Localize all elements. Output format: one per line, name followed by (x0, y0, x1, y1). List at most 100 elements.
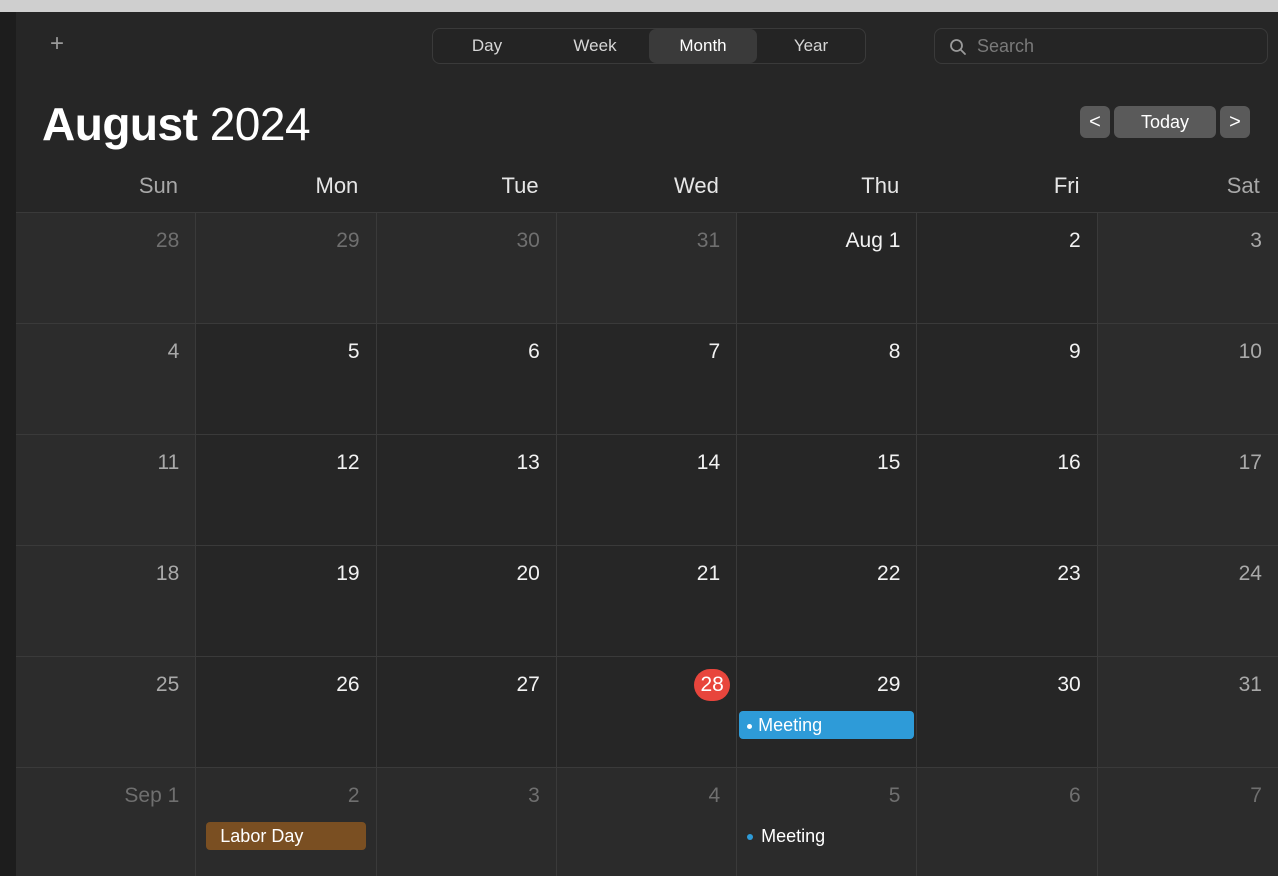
calendar-window: + Day Week Month Year August 2024 < Toda… (16, 12, 1278, 876)
day-number: 7 (708, 340, 721, 363)
day-number: 6 (528, 340, 540, 363)
day-number: 15 (877, 451, 901, 474)
weekday-label: Fri (1053, 173, 1080, 198)
previous-month-button[interactable]: < (1080, 106, 1110, 138)
day-cell[interactable]: 23 (917, 546, 1098, 656)
day-number: 19 (336, 562, 360, 585)
day-cell[interactable]: 16 (917, 435, 1098, 545)
day-cell[interactable]: 24 (1097, 546, 1278, 656)
month-label: August (42, 98, 198, 150)
day-cell[interactable]: Sep 1 (16, 768, 197, 876)
day-cell[interactable]: 12 (196, 435, 377, 545)
search-input[interactable] (977, 29, 1257, 63)
day-number: 9 (1069, 340, 1081, 363)
day-cell[interactable]: 3 (376, 768, 557, 876)
view-day-button[interactable]: Day (433, 29, 541, 63)
day-cell[interactable]: 7 (1097, 768, 1278, 876)
day-cell[interactable]: 4 (556, 768, 738, 876)
weekday-label: Sun (138, 173, 178, 198)
day-cell[interactable]: 17 (1097, 435, 1278, 545)
today-date-badge: 28 (694, 669, 731, 701)
day-cell[interactable]: 27 (376, 657, 557, 767)
day-cell[interactable]: 7 (556, 324, 738, 434)
day-cell[interactable]: 15 (737, 435, 918, 545)
day-cell[interactable]: 29 Meeting (737, 657, 918, 767)
day-number: 29 (877, 673, 901, 696)
day-cell[interactable]: 11 (16, 435, 197, 545)
meeting-event[interactable]: Meeting (739, 711, 915, 739)
day-cell[interactable]: 3 (1097, 213, 1278, 323)
weekday-label: Wed (674, 173, 719, 198)
view-month-button[interactable]: Month (649, 29, 757, 63)
day-cell[interactable]: Aug 1 (737, 213, 918, 323)
day-number: 4 (167, 340, 180, 363)
next-month-button[interactable]: > (1220, 106, 1250, 138)
day-cell[interactable]: 2 (917, 213, 1098, 323)
weekday-label: Tue (501, 173, 539, 198)
day-cell[interactable]: 30 (376, 213, 557, 323)
week-row: 4 5 6 7 8 9 10 (16, 324, 1278, 435)
weekday-label: Mon (315, 173, 359, 198)
day-cell[interactable]: 2 Labor Day (196, 768, 377, 876)
day-number: 7 (1250, 784, 1262, 807)
day-number: 23 (1057, 562, 1081, 585)
day-number: 31 (696, 229, 721, 252)
day-cell[interactable]: 31 (1097, 657, 1278, 767)
day-cell[interactable]: 8 (737, 324, 918, 434)
day-number: 29 (336, 229, 360, 252)
day-number: 8 (888, 340, 901, 363)
holiday-event[interactable]: Labor Day (206, 822, 367, 850)
add-event-button[interactable]: + (50, 32, 64, 56)
search-field[interactable] (934, 28, 1268, 64)
day-number: 12 (336, 451, 360, 474)
day-cell[interactable]: 13 (376, 435, 557, 545)
day-cell[interactable]: 31 (556, 213, 738, 323)
day-cell[interactable]: 10 (1097, 324, 1278, 434)
event-dot-icon (747, 834, 754, 841)
day-number: 28 (155, 229, 180, 252)
day-cell[interactable]: 9 (917, 324, 1098, 434)
day-number: 2 (1069, 229, 1081, 252)
day-number: 25 (155, 673, 180, 696)
year-label: 2024 (209, 98, 311, 150)
today-button[interactable]: Today (1114, 106, 1216, 138)
month-grid: 28 29 30 31 Aug 1 2 3 4 5 6 7 8 9 10 11 … (16, 212, 1278, 876)
day-number: 14 (696, 451, 721, 474)
day-cell[interactable]: 19 (196, 546, 377, 656)
view-year-button[interactable]: Year (757, 29, 865, 63)
day-cell[interactable]: 28 (16, 213, 197, 323)
weekday-header: Sun Mon Tue Wed Thu Fri Sat (16, 166, 1278, 212)
day-number: 18 (155, 562, 180, 585)
day-cell[interactable]: 6 (917, 768, 1098, 876)
day-number: 6 (1069, 784, 1081, 807)
day-cell[interactable]: 4 (16, 324, 197, 434)
day-cell[interactable]: 14 (556, 435, 738, 545)
week-row: 11 12 13 14 15 16 17 (16, 435, 1278, 546)
day-number: 26 (336, 673, 360, 696)
view-switcher: Day Week Month Year (432, 28, 866, 64)
day-cell[interactable]: 25 (16, 657, 197, 767)
day-number: 30 (1057, 673, 1081, 696)
day-cell[interactable]: 21 (556, 546, 738, 656)
day-number: 24 (1238, 562, 1262, 585)
day-cell[interactable]: 26 (196, 657, 377, 767)
weekday-label: Sat (1226, 173, 1260, 198)
event-title: Meeting (758, 715, 823, 735)
day-cell-today[interactable]: 28 (556, 657, 738, 767)
day-cell[interactable]: 29 (196, 213, 377, 323)
week-row: Sep 1 2 Labor Day 3 4 5 Meeting 6 7 (16, 768, 1278, 876)
day-cell[interactable]: 20 (376, 546, 557, 656)
day-cell[interactable]: 5 (196, 324, 377, 434)
day-number: 10 (1238, 340, 1262, 363)
day-cell[interactable]: 6 (376, 324, 557, 434)
day-cell[interactable]: 18 (16, 546, 197, 656)
day-number: 3 (528, 784, 540, 807)
day-number: 17 (1238, 451, 1262, 474)
day-cell[interactable]: 30 (917, 657, 1098, 767)
day-cell[interactable]: 22 (737, 546, 918, 656)
weekday-label: Thu (861, 173, 900, 198)
week-row: 28 29 30 31 Aug 1 2 3 (16, 213, 1278, 324)
view-week-button[interactable]: Week (541, 29, 649, 63)
day-cell[interactable]: 5 Meeting (737, 768, 918, 876)
meeting-event[interactable]: Meeting (747, 824, 825, 848)
